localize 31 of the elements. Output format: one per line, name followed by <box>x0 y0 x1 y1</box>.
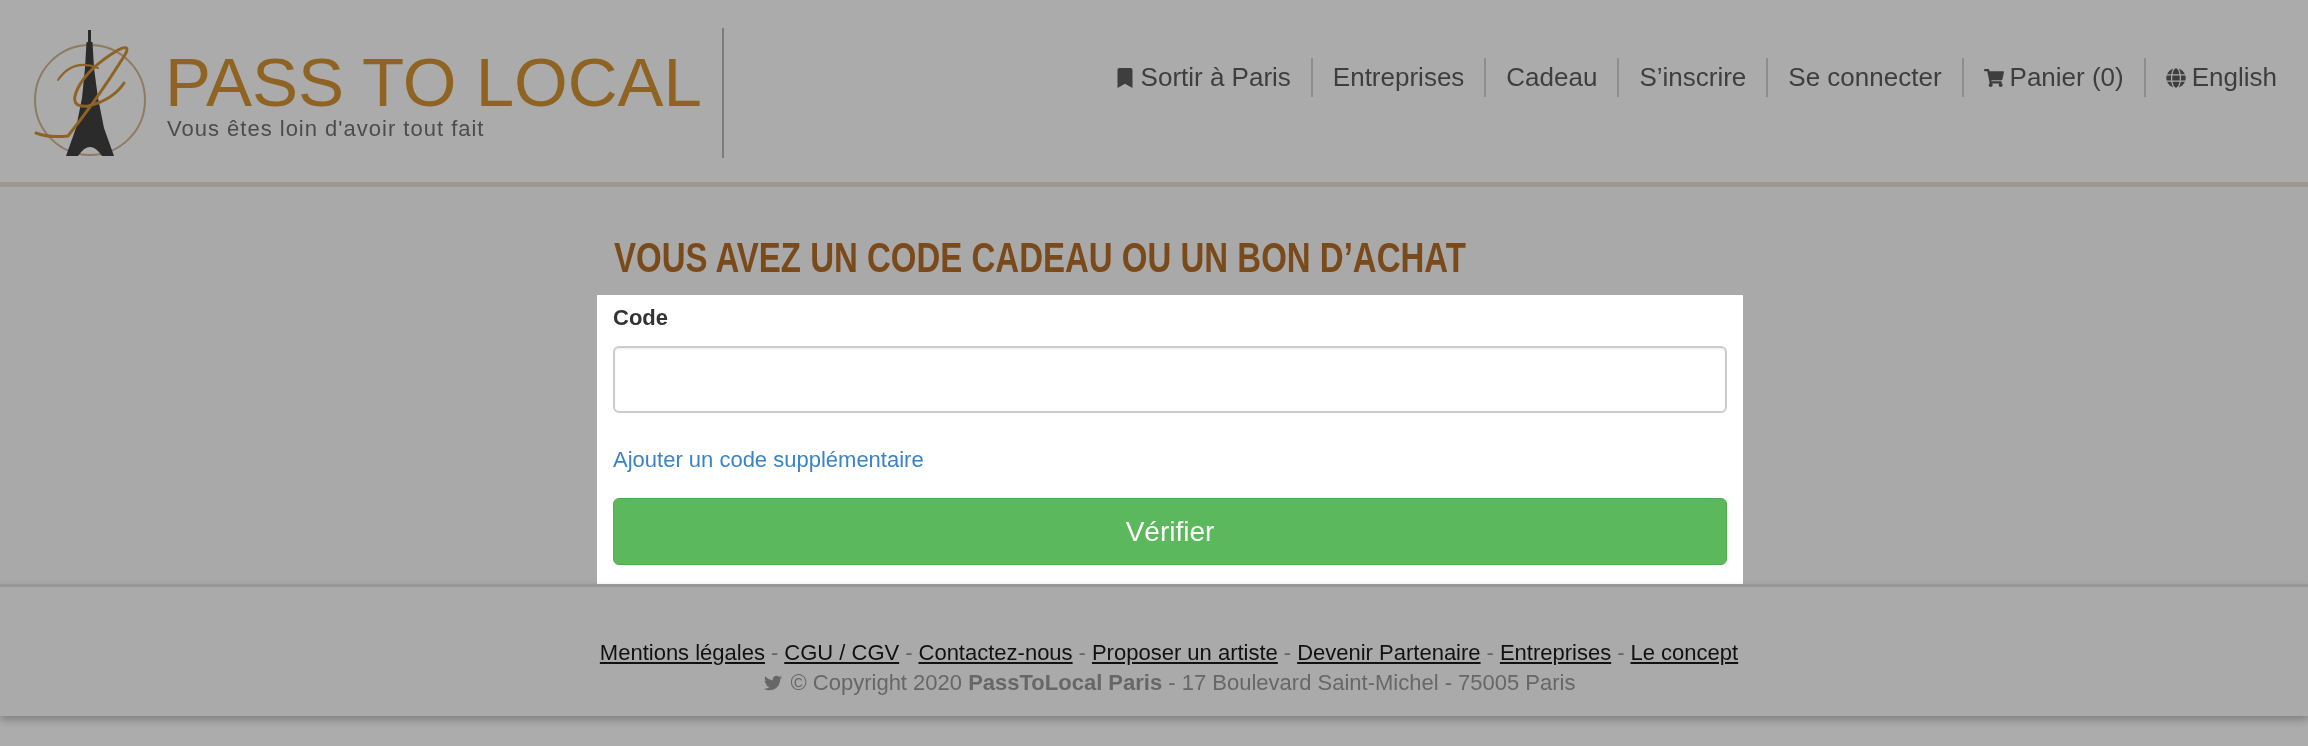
copyright-text: © Copyright 2020 PassToLocal Paris - 17 Boulevard Saint-Michel - 75005 Paris <box>790 669 1576 697</box>
footer-link[interactable]: Contactez-nous <box>918 638 1073 668</box>
dash-separator: - <box>1282 639 1293 667</box>
nav-link[interactable]: Panier (0) <box>1961 58 2144 97</box>
globe-icon <box>2165 67 2186 88</box>
dash-separator: - <box>1616 639 1626 667</box>
page-title: VOUS AVEZ UN CODE CADEAU OU UN BON D’ACHAT <box>614 236 1466 279</box>
twitter-bird-icon[interactable] <box>762 673 783 692</box>
footer-link[interactable]: Mentions légales <box>599 638 765 668</box>
footer-link[interactable]: Devenir Partenaire <box>1297 638 1481 668</box>
cart-icon <box>1983 67 2004 88</box>
dash-separator: - <box>1077 639 1087 667</box>
nav-link[interactable]: Cadeau <box>1484 58 1618 97</box>
footer-link[interactable]: CGU / CGV <box>784 638 900 668</box>
logo-title: PASS TO LOCAL <box>165 51 702 115</box>
nav-link[interactable]: English <box>2143 58 2297 97</box>
code-input-field[interactable] <box>613 346 1727 413</box>
verify-button[interactable]: Vérifier <box>613 498 1727 565</box>
dash-separator: - <box>1485 639 1495 667</box>
nav-link[interactable]: Entreprises <box>1310 58 1485 97</box>
footer-link[interactable]: Entreprises <box>1499 638 1612 668</box>
dash-separator: - <box>769 639 780 667</box>
code-label: Code <box>613 304 668 332</box>
footer-link[interactable]: Le concept <box>1630 638 1739 668</box>
add-code-link[interactable]: Ajouter un code supplémentaire <box>613 445 924 475</box>
dash-separator: - <box>904 639 914 667</box>
logo-tagline: Vous êtes loin d'avoir tout fait <box>166 115 486 143</box>
nav-link[interactable]: S’inscrire <box>1617 58 1767 97</box>
nav-link[interactable]: Sortir à Paris <box>1094 58 1311 97</box>
footer-link[interactable]: Proposer un artiste <box>1091 638 1278 668</box>
nav-link[interactable]: Se connecter <box>1766 58 1962 97</box>
